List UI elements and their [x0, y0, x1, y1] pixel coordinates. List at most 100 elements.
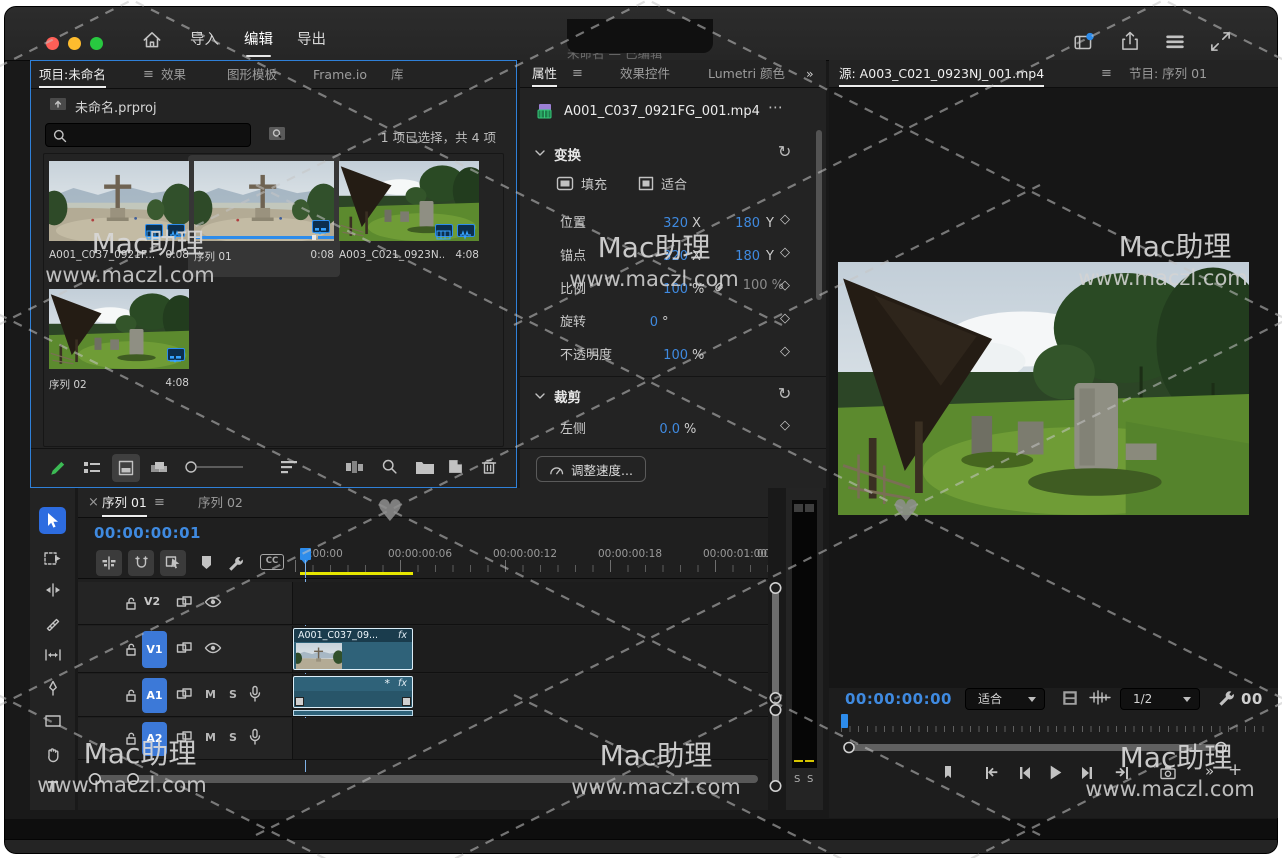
hand-tool[interactable] [39, 741, 67, 767]
fit-button[interactable]: 适合 [638, 174, 687, 193]
source-timecode[interactable]: 00:00:00:00 [845, 690, 952, 708]
source-scroll-zoom-bar[interactable] [839, 740, 1271, 756]
zoom-level-select[interactable]: 适合 [965, 688, 1045, 710]
timeline-zoom-scrollbar[interactable] [78, 770, 768, 788]
rectangle-tool[interactable] [39, 708, 67, 734]
delete-trash-icon[interactable] [481, 458, 497, 475]
anchor-y-value[interactable]: 180 [708, 245, 760, 264]
fade-handle[interactable] [402, 697, 411, 706]
nest-insert-button[interactable] [96, 550, 122, 576]
minimize-traffic-light[interactable] [68, 37, 81, 50]
play-button-icon[interactable] [1048, 764, 1063, 781]
track-mute-button[interactable]: M [205, 688, 216, 701]
crop-left-value[interactable]: 0.0 [630, 418, 680, 437]
track-sync-icon[interactable] [176, 730, 193, 745]
find-icon[interactable] [381, 458, 398, 475]
step-forward-icon[interactable] [1080, 765, 1095, 781]
linked-selection-button[interactable] [160, 550, 186, 576]
share-icon[interactable] [1118, 29, 1142, 54]
track-target-v1[interactable]: V1 [142, 631, 167, 668]
adjust-speed-button[interactable]: 调整速度... [536, 456, 646, 482]
track-solo-button[interactable]: S [229, 731, 237, 744]
panel-menu-icon[interactable]: ≡ [154, 488, 165, 518]
project-item-a001[interactable]: A001_C037_0921F... 0:08 [49, 161, 195, 261]
source-time-ruler[interactable] [841, 716, 1269, 732]
button-editor-plus-icon[interactable]: + [1228, 760, 1242, 780]
fullscreen-icon[interactable] [1209, 30, 1232, 53]
home-icon[interactable] [141, 29, 163, 51]
sort-icon[interactable] [280, 459, 298, 475]
sequence-thumbnail[interactable] [49, 289, 189, 369]
step-back-icon[interactable] [1017, 765, 1032, 781]
automate-to-sequence-icon[interactable] [345, 459, 365, 475]
source-playhead[interactable] [841, 714, 848, 728]
chevron-down-icon[interactable] [534, 148, 546, 158]
tab-graphics-templates[interactable]: 图形模板 [227, 61, 277, 89]
new-bin-icon[interactable] [415, 459, 435, 475]
tab-sequence-01[interactable]: 序列 01 [102, 488, 147, 518]
clip-thumbnail[interactable] [49, 161, 189, 241]
workspace-settings-icon[interactable] [1163, 31, 1187, 53]
writable-pencil-icon[interactable] [49, 459, 67, 477]
panel-menu-icon[interactable]: ≡ [143, 61, 154, 89]
keyframe-toggle-icon[interactable]: ◇ [780, 311, 790, 326]
track-lock-icon[interactable] [124, 731, 138, 746]
sequence-thumbnail[interactable] [194, 161, 334, 241]
freeform-view-icon[interactable] [149, 459, 169, 476]
pen-tool[interactable] [39, 675, 67, 701]
tab-sequence-02[interactable]: 序列 02 [198, 488, 243, 518]
track-lock-icon[interactable] [124, 642, 138, 657]
audio-clip-lower-band[interactable] [293, 710, 413, 716]
keyframe-toggle-icon[interactable]: ◇ [780, 418, 790, 433]
tab-lumetri-color[interactable]: Lumetri 颜色 [708, 60, 785, 88]
more-options-icon[interactable]: ⋯ [768, 98, 783, 116]
selection-tool-active[interactable] [39, 507, 66, 534]
playback-resolution-select[interactable]: 1/2 [1120, 688, 1200, 710]
new-item-icon[interactable] [447, 458, 464, 475]
close-traffic-light[interactable] [46, 37, 59, 50]
meter-solo-right[interactable]: S [807, 774, 813, 785]
drag-audio-icon[interactable] [1089, 690, 1111, 705]
properties-scrollbar[interactable] [816, 130, 822, 300]
menu-export[interactable]: 导出 [297, 28, 326, 49]
track-lock-icon[interactable] [124, 688, 138, 703]
tab-effects[interactable]: 效果 [161, 61, 186, 89]
zoom-slider[interactable] [183, 460, 247, 474]
keyframe-toggle-icon[interactable]: ◇ [780, 212, 790, 227]
crop-section-title[interactable]: 裁剪 [554, 386, 581, 406]
chevron-down-icon[interactable] [534, 391, 546, 401]
scale-value[interactable]: 100 [630, 278, 688, 297]
add-marker-icon[interactable] [200, 554, 213, 571]
zoom-traffic-light[interactable] [90, 37, 103, 50]
clip-thumbnail[interactable] [339, 161, 479, 241]
type-tool[interactable]: T [39, 774, 67, 800]
timeline-timecode[interactable]: 00:00:00:01 [94, 524, 201, 542]
stock-search-icon[interactable] [267, 125, 287, 143]
fx-badge[interactable]: fx [398, 630, 407, 641]
menu-import[interactable]: 导入 [190, 28, 219, 49]
fill-button[interactable]: 填充 [556, 174, 607, 193]
voiceover-mic-icon[interactable] [248, 685, 262, 704]
keyframe-toggle-icon[interactable]: ◇ [780, 245, 790, 260]
rotation-value[interactable]: 0 [630, 311, 658, 330]
link-scale-icon[interactable] [712, 280, 726, 294]
opacity-value[interactable]: 100 [630, 344, 688, 363]
search-input[interactable] [45, 123, 251, 147]
close-tab-icon[interactable]: × [88, 488, 99, 518]
tab-properties[interactable]: 属性 [532, 60, 557, 88]
track-solo-button[interactable]: S [229, 688, 237, 701]
timeline-settings-wrench-icon[interactable] [226, 554, 243, 571]
scrub-playhead[interactable] [312, 235, 316, 240]
tab-effect-controls[interactable]: 效果控件 [620, 60, 670, 88]
menu-edit[interactable]: 编辑 [244, 28, 273, 49]
track-visibility-eye-icon[interactable] [204, 641, 222, 655]
add-marker-icon[interactable] [941, 764, 955, 782]
track-sync-icon[interactable] [176, 595, 193, 610]
project-item-a003[interactable]: A003_C021_0923N... 4:08 [339, 161, 485, 261]
position-x-value[interactable]: 320 [630, 212, 688, 231]
position-y-value[interactable]: 180 [708, 212, 760, 231]
meter-solo-left[interactable]: S [794, 774, 800, 785]
monitor-settings-wrench-icon[interactable] [1216, 688, 1234, 706]
tab-frameio[interactable]: Frame.io [313, 61, 367, 89]
keyframe-toggle-icon[interactable]: ◇ [780, 278, 790, 293]
